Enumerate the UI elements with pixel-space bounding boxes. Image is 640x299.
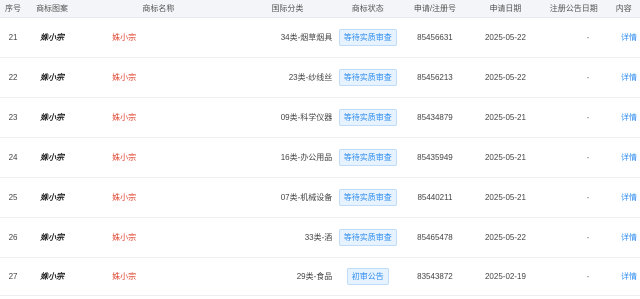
trademark-class: 23类-纱线丝 — [288, 72, 333, 82]
trademark-logo: 姝小宗 — [40, 31, 65, 42]
publication-date: - — [586, 271, 590, 281]
trademark-name: 姝小宗 — [112, 72, 137, 82]
publication-date: - — [586, 232, 590, 242]
status-badge: 等待实质审查 — [338, 28, 397, 46]
trademark-table: 序号 商标图案 商标名称 国际分类 商标状态 申请/注册号 申请日期 注册公告日… — [0, 0, 640, 296]
col-header-logo: 商标图案 — [26, 0, 79, 18]
status-badge: 等待实质审查 — [338, 188, 397, 206]
publication-date: - — [586, 112, 590, 122]
status-badge: 等待实质审查 — [338, 108, 397, 126]
trademark-class: 09类-科学仪器 — [280, 112, 333, 122]
registration-number: 85435949 — [417, 152, 453, 162]
status-cell: 初审公告 — [336, 257, 399, 295]
application-date: 2025-05-22 — [484, 232, 526, 242]
detail-link[interactable]: 详情 — [621, 153, 637, 162]
trademark-logo: 姝小宗 — [40, 231, 65, 242]
row-no: 26 — [8, 232, 18, 242]
col-header-name: 商标名称 — [78, 0, 239, 18]
application-date: 2025-02-19 — [484, 271, 526, 281]
row-no: 27 — [8, 271, 18, 281]
col-header-no: 序号 — [0, 0, 27, 18]
trademark-name: 姝小宗 — [112, 152, 137, 162]
status-badge: 初审公告 — [346, 267, 389, 285]
row-no: 22 — [8, 72, 18, 82]
trademark-name: 姝小宗 — [112, 192, 137, 202]
application-date: 2025-05-22 — [484, 72, 526, 82]
detail-link[interactable]: 详情 — [621, 193, 637, 202]
registration-number: 85456631 — [417, 32, 453, 42]
registration-number: 85434879 — [417, 112, 453, 122]
trademark-name: 姝小宗 — [112, 112, 137, 122]
status-cell: 等待实质审查 — [336, 177, 399, 217]
publication-date: - — [586, 72, 590, 82]
row-no: 23 — [8, 112, 18, 122]
status-cell: 等待实质审查 — [336, 17, 399, 57]
table-row: 24 姝小宗 姝小宗 16类-办公用品 等待实质审查 85435949 2025… — [0, 137, 640, 177]
col-header-class: 国际分类 — [238, 0, 337, 18]
table-row: 23 姝小宗 姝小宗 09类-科学仪器 等待实质审查 85434879 2025… — [0, 97, 640, 137]
application-date: 2025-05-21 — [484, 152, 526, 162]
status-cell: 等待实质审查 — [336, 57, 399, 97]
trademark-class: 29类-食品 — [296, 271, 333, 281]
registration-number: 85456213 — [417, 72, 453, 82]
trademark-logo: 姝小宗 — [40, 111, 65, 122]
col-header-date: 申请日期 — [470, 0, 541, 18]
trademark-name: 姝小宗 — [112, 32, 137, 42]
registration-number: 85465478 — [417, 232, 453, 242]
trademark-logo: 姝小宗 — [40, 71, 65, 82]
trademark-logo: 姝小宗 — [40, 270, 65, 281]
action-cell: 详情 — [607, 257, 640, 295]
table-row: 26 姝小宗 姝小宗 33类-酒 等待实质审查 85465478 2025-05… — [0, 217, 640, 257]
table-row: 22 姝小宗 姝小宗 23类-纱线丝 等待实质审查 85456213 2025-… — [0, 57, 640, 97]
col-header-status: 商标状态 — [336, 0, 400, 18]
col-header-pub-date: 注册公告日期 — [540, 0, 608, 18]
detail-link[interactable]: 详情 — [621, 73, 637, 82]
status-cell: 等待实质审查 — [336, 217, 399, 257]
detail-link[interactable]: 详情 — [621, 233, 637, 242]
action-cell: 详情 — [607, 137, 640, 177]
col-header-action: 内容 — [607, 0, 640, 18]
row-no: 25 — [8, 192, 18, 202]
action-cell: 详情 — [607, 177, 640, 217]
detail-link[interactable]: 详情 — [621, 33, 637, 42]
trademark-class: 07类-机械设备 — [280, 192, 333, 202]
status-badge: 等待实质审查 — [338, 148, 397, 166]
table-row: 21 姝小宗 姝小宗 34类-烟草烟具 等待实质审查 85456631 2025… — [0, 17, 640, 57]
row-no: 24 — [8, 152, 18, 162]
status-badge: 等待实质审查 — [338, 228, 397, 246]
publication-date: - — [586, 32, 590, 42]
row-no: 21 — [8, 32, 18, 42]
trademark-class: 33类-酒 — [304, 232, 333, 242]
status-badge: 等待实质审查 — [338, 68, 397, 86]
status-cell: 等待实质审查 — [336, 137, 399, 177]
trademark-logo: 姝小宗 — [40, 151, 65, 162]
trademark-name: 姝小宗 — [112, 271, 137, 281]
registration-number: 85440211 — [417, 192, 453, 202]
registration-number: 83543872 — [417, 271, 453, 281]
action-cell: 详情 — [607, 217, 640, 257]
status-cell: 等待实质审查 — [336, 97, 399, 137]
trademark-name: 姝小宗 — [112, 232, 137, 242]
table-row: 27 姝小宗 姝小宗 29类-食品 初审公告 83543872 2025-02-… — [0, 257, 640, 295]
trademark-class: 34类-烟草烟具 — [280, 32, 333, 42]
detail-link[interactable]: 详情 — [621, 272, 637, 281]
detail-link[interactable]: 详情 — [621, 113, 637, 122]
publication-date: - — [586, 192, 590, 202]
col-header-regno: 申请/注册号 — [399, 0, 471, 18]
publication-date: - — [586, 152, 590, 162]
trademark-class: 16类-办公用品 — [280, 152, 333, 162]
action-cell: 详情 — [607, 97, 640, 137]
application-date: 2025-05-22 — [484, 32, 526, 42]
action-cell: 详情 — [607, 57, 640, 97]
application-date: 2025-05-21 — [484, 192, 526, 202]
trademark-logo: 姝小宗 — [40, 191, 65, 202]
table-header-row: 序号 商标图案 商标名称 国际分类 商标状态 申请/注册号 申请日期 注册公告日… — [0, 0, 640, 18]
table-row: 25 姝小宗 姝小宗 07类-机械设备 等待实质审查 85440211 2025… — [0, 177, 640, 217]
action-cell: 详情 — [607, 17, 640, 57]
application-date: 2025-05-21 — [484, 112, 526, 122]
